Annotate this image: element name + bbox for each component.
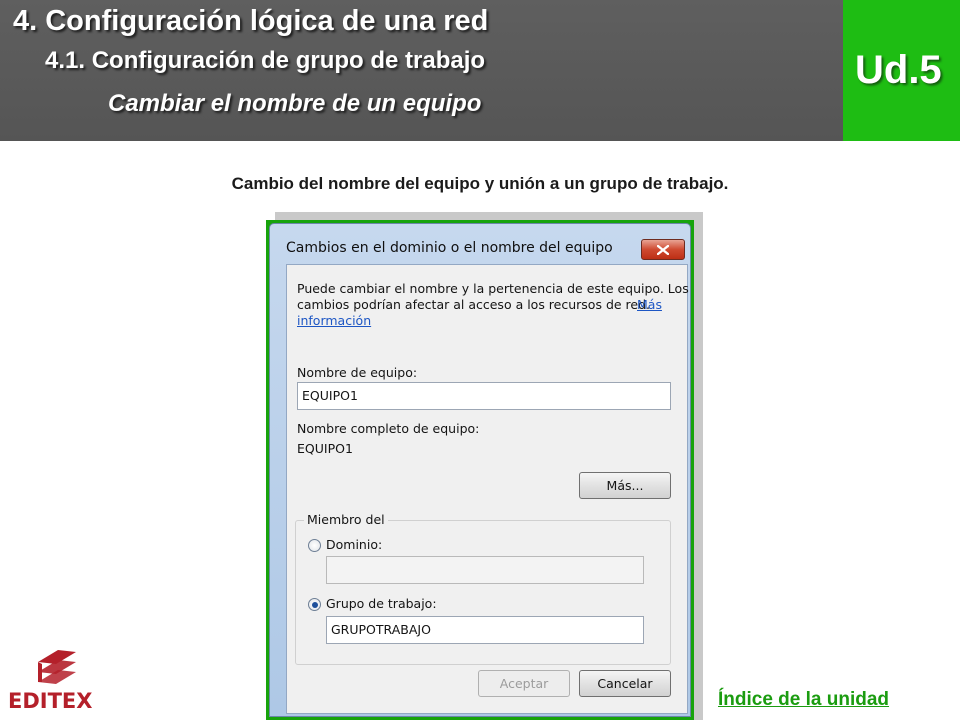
full-name-value: EQUIPO1 [297,441,353,456]
unit-index-link[interactable]: Índice de la unidad [718,689,889,711]
slide-section-title: Cambiar el nombre de un equipo [108,90,482,117]
unit-badge: Ud.5 [843,0,960,141]
domain-label: Dominio: [326,537,383,552]
slide-title: 4. Configuración lógica de una red [13,5,489,37]
cancel-button[interactable]: Cancelar [579,670,671,697]
member-of-label: Miembro del [304,512,388,527]
full-name-label: Nombre completo de equipo: [297,421,480,436]
computer-name-input[interactable]: EQUIPO1 [297,382,671,410]
workgroup-input[interactable]: GRUPOTRABAJO [326,616,644,644]
computer-name-label: Nombre de equipo: [297,365,418,380]
intro-text-line1: Puede cambiar el nombre y la pertenencia… [297,281,689,296]
more-button[interactable]: Más... [579,472,671,499]
more-info-link-continued[interactable]: información [297,313,371,328]
unit-label: Ud.5 [855,48,942,92]
screenshot-caption: Cambio del nombre del equipo y unión a u… [231,174,729,193]
computer-name-dialog: Cambios en el dominio o el nombre del eq… [269,223,691,717]
domain-input[interactable] [326,556,644,584]
workgroup-label: Grupo de trabajo: [326,596,437,611]
slide-subtitle: 4.1. Configuración de grupo de trabajo [45,47,486,74]
ok-button[interactable]: Aceptar [478,670,570,697]
logo-text: EDITEX [8,689,92,712]
domain-radio[interactable] [308,539,321,552]
dialog-title: Cambios en el dominio o el nombre del eq… [286,240,613,256]
intro-text-line2: cambios podrían afectar al acceso a los … [297,297,651,312]
screenshot-frame: Cambios en el dominio o el nombre del eq… [266,220,694,720]
dialog-body: Puede cambiar el nombre y la pertenencia… [286,264,689,714]
workgroup-radio[interactable] [308,598,321,611]
close-icon [657,244,669,255]
dialog-close-button[interactable] [641,239,685,260]
slide-header: 4. Configuración lógica de una red 4.1. … [0,0,843,141]
editex-logo: EDITEX [8,650,92,712]
member-of-group: Miembro del Dominio: Grupo de trabajo: G… [295,512,671,665]
more-info-link[interactable]: Más [637,297,662,312]
